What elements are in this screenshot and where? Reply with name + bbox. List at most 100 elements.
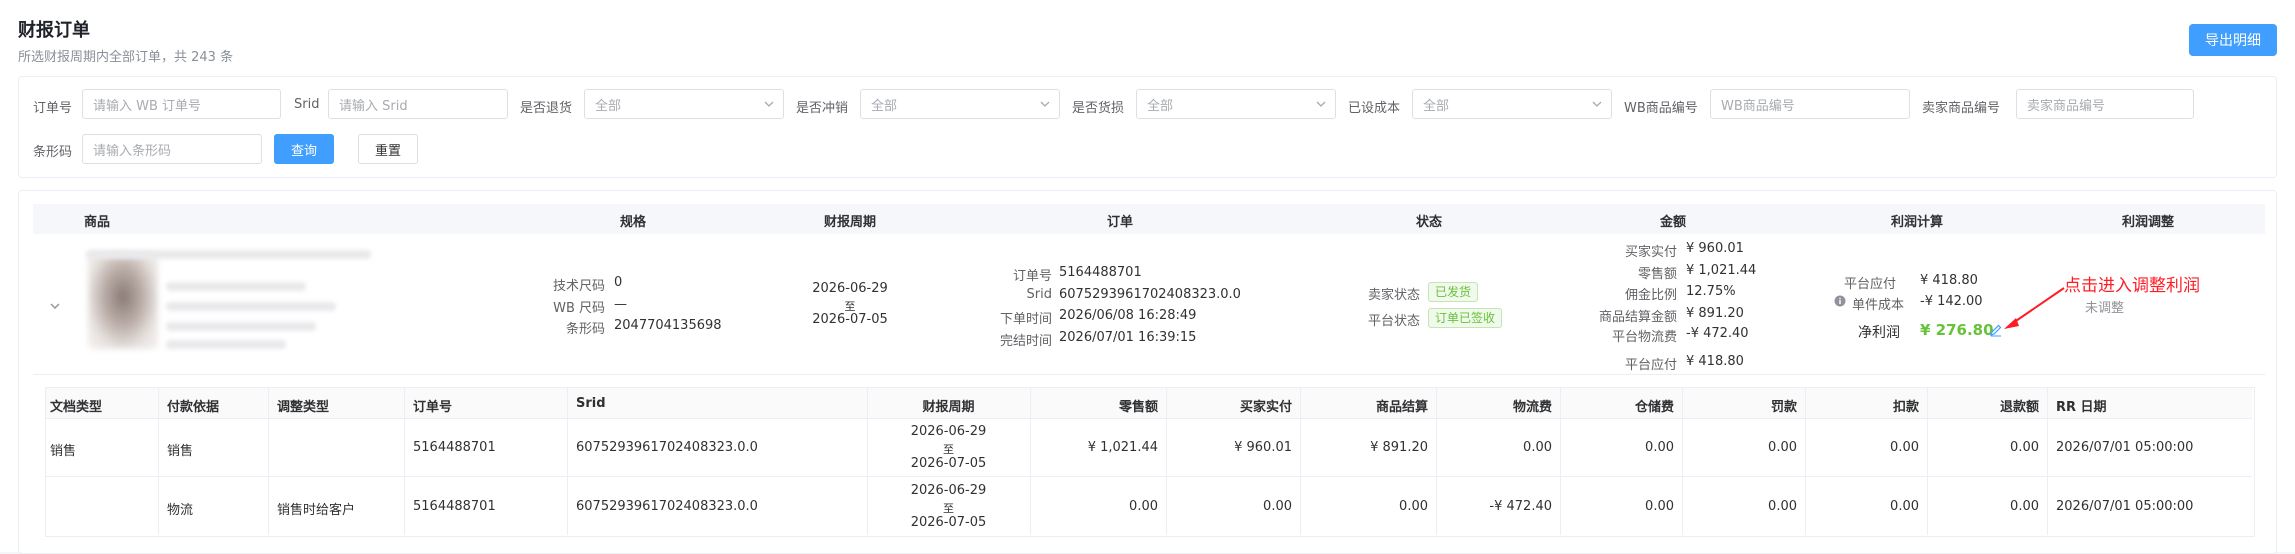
product-name-blurred: [86, 250, 371, 259]
col-status: 状态: [1416, 215, 1443, 230]
info-icon[interactable]: [1834, 295, 1846, 307]
profit-payable-label: 平台应付: [1843, 277, 1896, 292]
row1-rr-date: 2026/07/01 05:00:00: [2056, 440, 2194, 455]
complete-time-value: 2026/07/01 16:39:15: [1059, 330, 1197, 345]
srid-info-label: Srid: [1026, 287, 1052, 302]
logistics-value: -¥ 472.40: [1686, 326, 1749, 341]
row2-buyer-paid: 0.00: [1263, 499, 1292, 514]
cost-set-select[interactable]: 全部: [1412, 89, 1612, 119]
col-divider: [2047, 388, 2048, 535]
col-divider: [567, 388, 568, 535]
row2-period-end: 2026-07-05: [910, 515, 987, 530]
detail-col-storage: 仓储费: [1634, 400, 1674, 415]
col-amount: 金额: [1660, 215, 1687, 230]
annotation-text: 点击进入调整利润: [2064, 276, 2200, 296]
product-image: [88, 254, 158, 349]
row1-refund: 0.00: [2010, 440, 2039, 455]
wb-sku-label: WB商品编号: [1624, 101, 1698, 116]
settlement-label: 商品结算金额: [1598, 310, 1677, 325]
detail-col-adjust-type: 调整类型: [277, 400, 330, 415]
adjust-status: 未调整: [2085, 301, 2125, 316]
row1-period-end: 2026-07-05: [910, 456, 987, 471]
settlement-value: ¥ 891.20: [1686, 306, 1744, 321]
chevron-down-icon: [1592, 101, 1602, 107]
buyer-paid-label: 买家实付: [1624, 245, 1677, 260]
detail-col-srid: Srid: [576, 396, 606, 411]
row2-fine: 0.00: [1768, 499, 1797, 514]
srid-info-value: 6075293961702408323.0.0: [1059, 287, 1241, 302]
row2-settlement: 0.00: [1399, 499, 1428, 514]
detail-col-order-no: 订单号: [413, 400, 453, 415]
logistics-label: 平台物流费: [1611, 330, 1677, 345]
col-profit-adjust: 利润调整: [2122, 215, 2175, 230]
srid-label: Srid: [294, 97, 320, 112]
net-profit-label: 净利润: [1858, 325, 1900, 341]
unit-cost-label: 单件成本: [1851, 298, 1904, 313]
reset-button[interactable]: 重置: [358, 134, 418, 164]
col-spec: 规格: [620, 215, 647, 230]
col-divider: [268, 388, 269, 535]
is-return-label: 是否退货: [520, 101, 573, 116]
detail-divider: [46, 418, 2252, 419]
detail-col-doc-type: 文档类型: [50, 400, 103, 415]
row1-period-start: 2026-06-29: [910, 424, 987, 439]
row1-doc-type: 销售: [50, 444, 77, 459]
row1-logistics: 0.00: [1523, 440, 1552, 455]
detail-col-rr-date: RR 日期: [2056, 400, 2107, 415]
row1-deduction: 0.00: [1890, 440, 1919, 455]
chevron-down-icon: [1316, 101, 1326, 107]
row2-adjust-type: 销售时给客户: [277, 503, 356, 518]
annotation-arrow-icon: [2004, 287, 2065, 329]
wb-sku-input[interactable]: WB商品编号: [1710, 89, 1910, 119]
barcode-spec-value: 2047704135698: [614, 318, 722, 333]
row1-order-no: 5164488701: [413, 440, 496, 455]
order-time-value: 2026/06/08 16:28:49: [1059, 308, 1197, 323]
row2-payment-basis: 物流: [167, 503, 194, 518]
barcode-label: 条形码: [33, 145, 73, 160]
is-damaged-select[interactable]: 全部: [1136, 89, 1336, 119]
order-no-info-value: 5164488701: [1059, 265, 1142, 280]
detail-col-payment-basis: 付款依据: [167, 400, 220, 415]
period-start: 2026-06-29: [812, 281, 888, 296]
product-meta-blurred: [166, 322, 316, 331]
page-subtitle: 所选财报周期内全部订单，共 243 条: [18, 50, 234, 65]
detail-col-period: 财报周期: [922, 400, 975, 415]
unit-cost-value: -¥ 142.00: [1920, 294, 1983, 309]
row1-storage: 0.00: [1645, 440, 1674, 455]
payable-label: 平台应付: [1624, 358, 1677, 373]
profit-payable-value: ¥ 418.80: [1920, 273, 1978, 288]
order-no-input[interactable]: 请输入 WB 订单号: [82, 89, 281, 119]
col-profit: 利润计算: [1891, 215, 1944, 230]
row2-refund: 0.00: [2010, 499, 2039, 514]
is-return-select[interactable]: 全部: [584, 89, 784, 119]
barcode-input[interactable]: 请输入条形码: [82, 134, 262, 164]
row1-payment-basis: 销售: [167, 444, 194, 459]
period-end: 2026-07-05: [812, 312, 888, 327]
seller-sku-label: 卖家商品编号: [1922, 101, 2001, 116]
commission-label: 佣金比例: [1624, 288, 1677, 303]
platform-status-label: 平台状态: [1367, 314, 1420, 329]
query-button[interactable]: 查询: [274, 134, 334, 164]
row1-period-to: 至: [943, 443, 954, 456]
is-return-value: 全部: [595, 98, 622, 114]
export-details-button[interactable]: 导出明细: [2189, 24, 2277, 56]
is-reversal-select[interactable]: 全部: [860, 89, 1060, 119]
detail-col-buyer-paid: 买家实付: [1239, 400, 1292, 415]
row1-settlement: ¥ 891.20: [1370, 440, 1428, 455]
payable-value: ¥ 418.80: [1686, 354, 1744, 369]
row2-retail: 0.00: [1129, 499, 1158, 514]
detail-col-refund: 退款额: [1999, 400, 2039, 415]
seller-sku-input[interactable]: 卖家商品编号: [2016, 89, 2194, 119]
col-divider: [158, 388, 159, 535]
platform-status-badge: 订单已签收: [1428, 308, 1503, 328]
tech-size-value: 0: [614, 275, 623, 290]
cost-set-value: 全部: [1423, 98, 1450, 114]
is-reversal-label: 是否冲销: [796, 101, 849, 116]
expand-row-chevron-icon[interactable]: [48, 299, 62, 313]
row1-buyer-paid: ¥ 960.01: [1234, 440, 1292, 455]
commission-value: 12.75%: [1686, 284, 1736, 299]
is-reversal-value: 全部: [871, 98, 898, 114]
tech-size-label: 技术尺码: [552, 279, 605, 294]
col-order: 订单: [1107, 215, 1134, 230]
srid-input[interactable]: 请输入 Srid: [328, 89, 508, 119]
